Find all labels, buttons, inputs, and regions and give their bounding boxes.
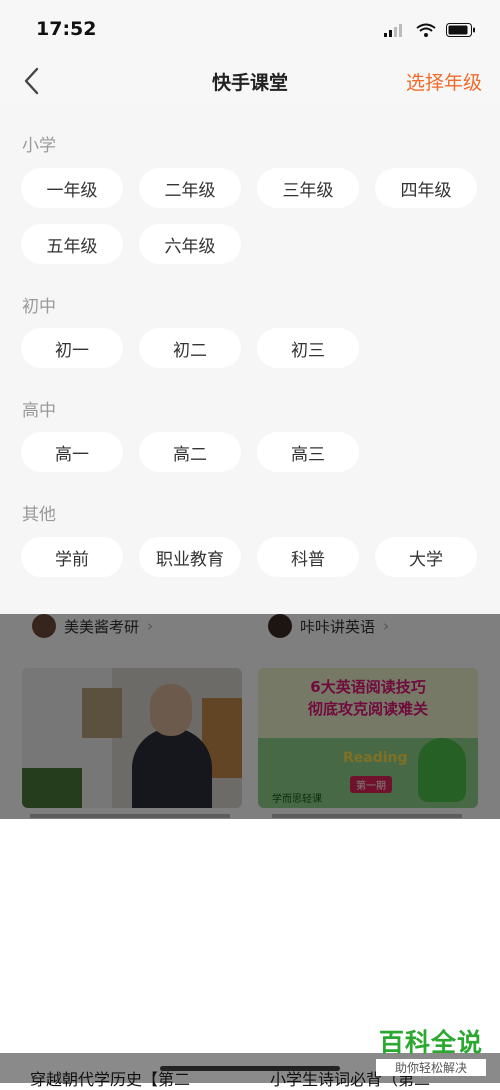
select-grade-button[interactable]: 选择年级	[406, 68, 482, 95]
signal-icon	[384, 24, 402, 37]
section-title-high: 高中	[22, 401, 56, 421]
grade-chip[interactable]: 高三	[257, 432, 359, 472]
watermark-sub: 助你轻松解决	[376, 1059, 486, 1076]
section-title-middle: 初中	[22, 297, 56, 317]
status-icons	[384, 20, 476, 40]
grade-chip[interactable]: 四年级	[375, 168, 477, 208]
watermark-main: 百科全说	[378, 1028, 483, 1057]
section-title-other: 其他	[22, 505, 56, 525]
grade-chip[interactable]: 大学	[375, 537, 477, 577]
blank-area	[0, 819, 500, 1053]
grade-chip[interactable]: 学前	[21, 537, 123, 577]
grade-chip[interactable]: 六年级	[139, 224, 241, 264]
grade-chip[interactable]: 高二	[139, 432, 241, 472]
battery-icon	[446, 23, 475, 37]
grade-chip[interactable]: 职业教育	[139, 537, 241, 577]
grade-panel: 小学 一年级 二年级 三年级 四年级 五年级 六年级 初中 初一 初二 初三 高…	[0, 106, 500, 614]
grade-chip[interactable]: 五年级	[21, 224, 123, 264]
section-title-primary: 小学	[22, 136, 56, 156]
dim-overlay[interactable]	[0, 614, 500, 819]
grade-chip[interactable]: 初二	[139, 328, 241, 368]
watermark-logo: 百科全说 助你轻松解决	[376, 1023, 486, 1076]
grade-chip[interactable]: 初三	[257, 328, 359, 368]
status-bar: 17:52	[0, 0, 500, 58]
grade-chip[interactable]: 三年级	[257, 168, 359, 208]
home-indicator	[160, 1066, 340, 1071]
grade-chip[interactable]: 高一	[21, 432, 123, 472]
grade-chip[interactable]: 一年级	[21, 168, 123, 208]
nav-bar: 快手课堂 选择年级	[0, 58, 500, 106]
grade-chip[interactable]: 初一	[21, 328, 123, 368]
wifi-icon	[416, 23, 436, 37]
status-time: 17:52	[36, 18, 97, 40]
grade-chip[interactable]: 科普	[257, 537, 359, 577]
grade-chip[interactable]: 二年级	[139, 168, 241, 208]
